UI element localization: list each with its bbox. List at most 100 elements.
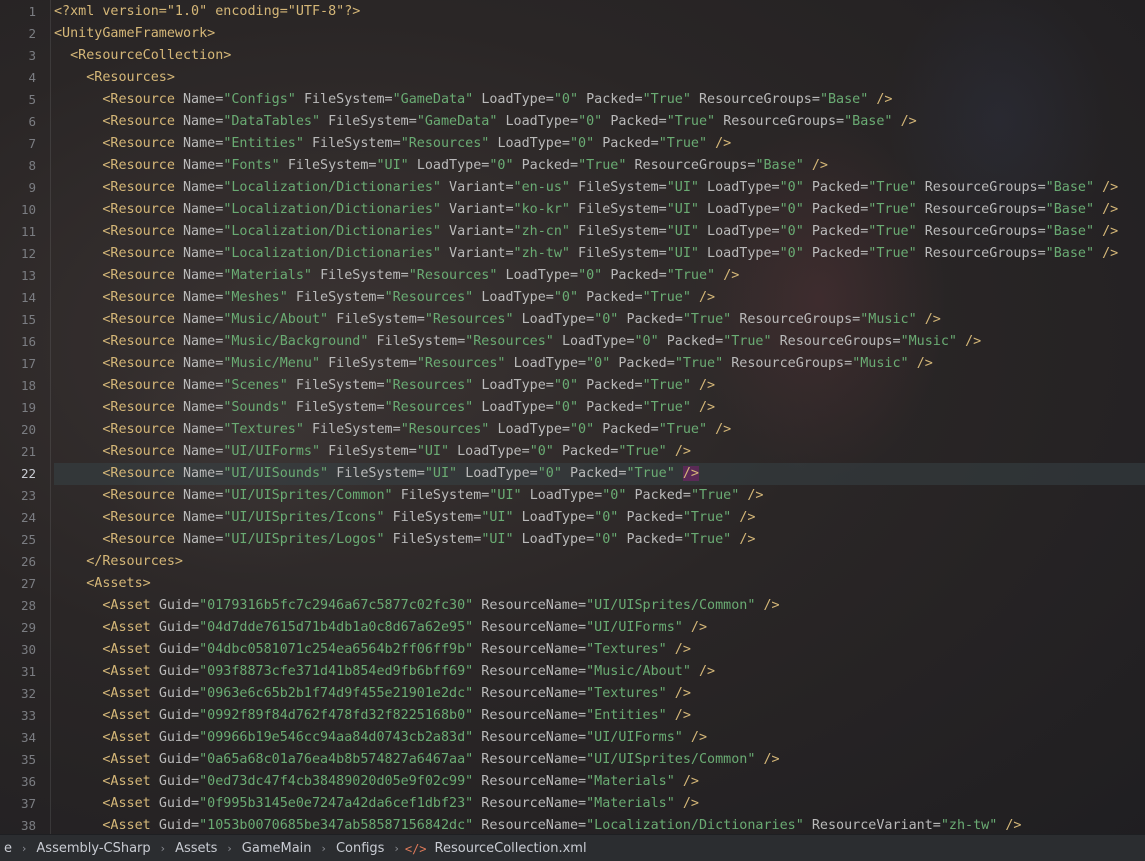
line-number[interactable]: 29: [0, 617, 40, 639]
line-number[interactable]: 11: [0, 221, 40, 243]
code-line[interactable]: <Resource Name="Entities" FileSystem="Re…: [54, 133, 1145, 155]
code-token: "0179316b5fc7c2946a67c5877c02fc30": [199, 598, 474, 613]
line-number[interactable]: 38: [0, 815, 40, 834]
line-number[interactable]: 14: [0, 287, 40, 309]
line-number[interactable]: 17: [0, 353, 40, 375]
breadcrumb-item-file[interactable]: ResourceCollection.xml: [431, 841, 591, 856]
line-number[interactable]: 24: [0, 507, 40, 529]
line-number[interactable]: 12: [0, 243, 40, 265]
line-number[interactable]: 7: [0, 133, 40, 155]
code-line[interactable]: <Resource Name="Materials" FileSystem="R…: [54, 265, 1145, 287]
code-line[interactable]: <Resource Name="Fonts" FileSystem="UI" L…: [54, 155, 1145, 177]
code-line[interactable]: <Asset Guid="0179316b5fc7c2946a67c5877c0…: [54, 595, 1145, 617]
code-line[interactable]: <Asset Guid="0ed73dc47f4cb38489020d05e9f…: [54, 771, 1145, 793]
code-token: <Resource: [102, 422, 175, 437]
code-line[interactable]: <Asset Guid="04dbc0581071c254ea6564b2ff0…: [54, 639, 1145, 661]
code-line[interactable]: <Resource Name="Localization/Dictionarie…: [54, 221, 1145, 243]
breadcrumb-item-gamemain[interactable]: GameMain: [238, 841, 316, 856]
code-line[interactable]: <Resource Name="Sounds" FileSystem="Reso…: [54, 397, 1145, 419]
line-number[interactable]: 20: [0, 419, 40, 441]
line-number[interactable]: 5: [0, 89, 40, 111]
line-number[interactable]: 32: [0, 683, 40, 705]
line-number[interactable]: 35: [0, 749, 40, 771]
code-line[interactable]: <Asset Guid="0992f89f84d762f478fd32f8225…: [54, 705, 1145, 727]
line-number[interactable]: 13: [0, 265, 40, 287]
code-line[interactable]: <UnityGameFramework>: [54, 23, 1145, 45]
code-line[interactable]: <Asset Guid="093f8873cfe371d41b854ed9fb6…: [54, 661, 1145, 683]
line-number[interactable]: 9: [0, 177, 40, 199]
line-number[interactable]: 21: [0, 441, 40, 463]
line-number[interactable]: 34: [0, 727, 40, 749]
code-line[interactable]: <Resource Name="Scenes" FileSystem="Reso…: [54, 375, 1145, 397]
line-number[interactable]: 10: [0, 199, 40, 221]
line-number[interactable]: 25: [0, 529, 40, 551]
code-line[interactable]: <Resource Name="DataTables" FileSystem="…: [54, 111, 1145, 133]
line-number[interactable]: 28: [0, 595, 40, 617]
line-number[interactable]: 22: [0, 463, 40, 485]
line-number-gutter[interactable]: 1 2 3 4 5 6 7 8 9 10 11 12 13 14 15 16 17 18 19 20 21 22 23 24 2…: [0, 0, 44, 834]
code-line[interactable]: <?xml version="1.0" encoding="UTF-8"?>: [54, 1, 1145, 23]
line-number[interactable]: 36: [0, 771, 40, 793]
line-number[interactable]: 15: [0, 309, 40, 331]
line-number[interactable]: 23: [0, 485, 40, 507]
line-number[interactable]: 27: [0, 573, 40, 595]
code-line[interactable]: <Resource Name="Configs" FileSystem="Gam…: [54, 89, 1145, 111]
code-line[interactable]: <Resource Name="UI/UISprites/Logos" File…: [54, 529, 1145, 551]
breadcrumb-item-configs[interactable]: Configs: [332, 841, 388, 856]
line-number[interactable]: 26: [0, 551, 40, 573]
code-line[interactable]: <Resource Name="Textures" FileSystem="Re…: [54, 419, 1145, 441]
code-line[interactable]: <Resource Name="Meshes" FileSystem="Reso…: [54, 287, 1145, 309]
code-line[interactable]: </Resources>: [54, 551, 1145, 573]
breadcrumb-item-assembly[interactable]: Assembly-CSharp: [32, 841, 154, 856]
code-token: Name=: [183, 466, 224, 481]
code-line[interactable]: <Asset Guid="0f995b3145e0e7247a42da6cef1…: [54, 793, 1145, 815]
line-number[interactable]: 16: [0, 331, 40, 353]
code-line[interactable]: <Resource Name="Localization/Dictionarie…: [54, 199, 1145, 221]
code-line[interactable]: <Asset Guid="09966b19e546cc94aa84d0743cb…: [54, 727, 1145, 749]
code-line[interactable]: <Resource Name="UI/UISprites/Common" Fil…: [54, 485, 1145, 507]
line-number[interactable]: 6: [0, 111, 40, 133]
code-line[interactable]: <Resource Name="UI/UISprites/Icons" File…: [54, 507, 1145, 529]
code-editor[interactable]: 1 2 3 4 5 6 7 8 9 10 11 12 13 14 15 16 17 18 19 20 21 22 23 24 2…: [0, 0, 1145, 861]
line-number[interactable]: 2: [0, 23, 40, 45]
code-area[interactable]: <?xml version="1.0" encoding="UTF-8"?> <U…: [54, 0, 1145, 834]
code-line[interactable]: <Resource Name="Localization/Dictionarie…: [54, 177, 1145, 199]
code-token: FileSystem=: [295, 290, 385, 305]
code-line[interactable]: <Asset Guid="0a65a68c01a76ea4b8b574827a6…: [54, 749, 1145, 771]
current-code-line[interactable]: <Resource Name="UI/UISounds" FileSystem=…: [54, 463, 1145, 485]
code-token: LoadType=: [457, 444, 530, 459]
chevron-right-icon: ›: [227, 842, 232, 855]
line-number[interactable]: 31: [0, 661, 40, 683]
code-line[interactable]: <Resources>: [54, 67, 1145, 89]
code-line[interactable]: <Asset Guid="1053b0070685be347ab58587156…: [54, 815, 1145, 834]
code-token: <Resource: [102, 180, 175, 195]
line-number[interactable]: 37: [0, 793, 40, 815]
code-token: "Music/Menu": [223, 356, 321, 371]
code-line[interactable]: <Resource Name="Music/Menu" FileSystem="…: [54, 353, 1145, 375]
line-number[interactable]: 19: [0, 397, 40, 419]
line-number[interactable]: 3: [0, 45, 40, 67]
line-number[interactable]: 33: [0, 705, 40, 727]
code-line[interactable]: <Asset Guid="04d7dde7615d71b4db1a0c8d67a…: [54, 617, 1145, 639]
breadcrumb-item-assets[interactable]: Assets: [171, 841, 221, 856]
line-number[interactable]: 30: [0, 639, 40, 661]
line-number[interactable]: 1: [0, 1, 40, 23]
line-number[interactable]: 18: [0, 375, 40, 397]
code-line[interactable]: <Assets>: [54, 573, 1145, 595]
line-number[interactable]: 4: [0, 67, 40, 89]
code-line[interactable]: <Asset Guid="0963e6c65b2b1f74d9f455e2190…: [54, 683, 1145, 705]
code-line[interactable]: <Resource Name="Music/About" FileSystem=…: [54, 309, 1145, 331]
code-token: />: [763, 752, 780, 767]
code-line[interactable]: <ResourceCollection>: [54, 45, 1145, 67]
code-line[interactable]: <Resource Name="Music/Background" FileSy…: [54, 331, 1145, 353]
line-number[interactable]: 8: [0, 155, 40, 177]
code-line[interactable]: <Resource Name="UI/UIForms" FileSystem="…: [54, 441, 1145, 463]
code-token: ResourceGroups=: [731, 356, 853, 371]
breadcrumb-item[interactable]: e: [0, 841, 16, 856]
code-line[interactable]: <Resource Name="Localization/Dictionarie…: [54, 243, 1145, 265]
